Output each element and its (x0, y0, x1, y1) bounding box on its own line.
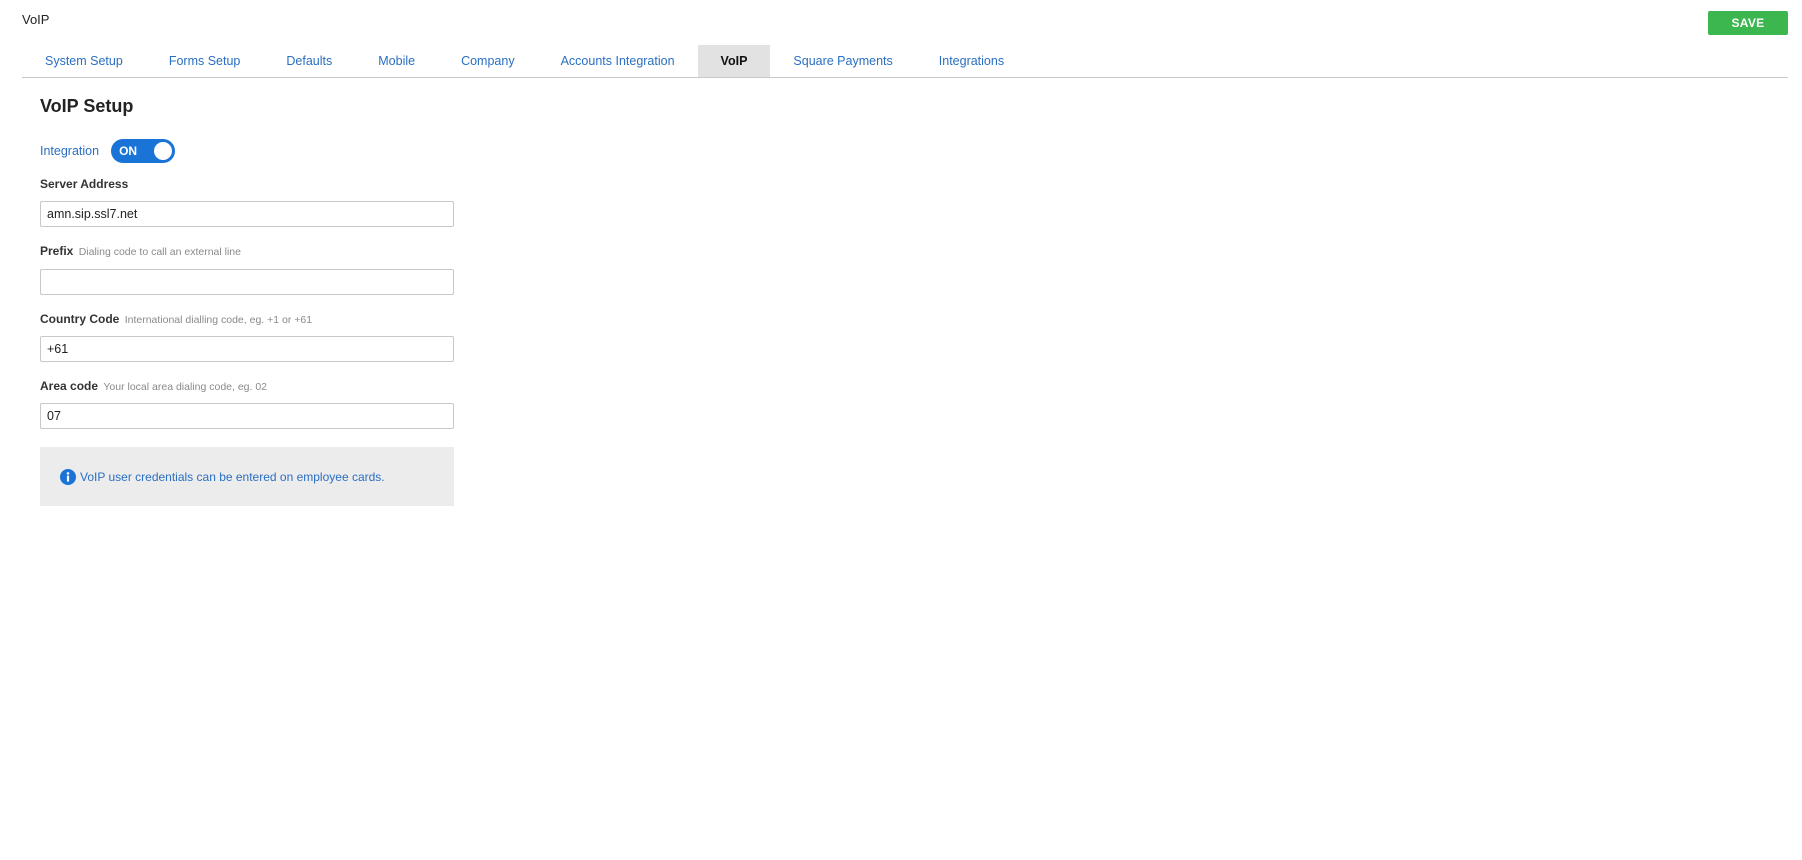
save-button[interactable]: SAVE (1708, 11, 1788, 35)
country-code-input[interactable] (40, 336, 454, 362)
page-title: VoIP (22, 12, 50, 27)
toggle-state-text: ON (119, 144, 138, 158)
tab-integrations[interactable]: Integrations (916, 45, 1027, 77)
integration-toggle[interactable]: ON (111, 139, 176, 163)
server-address-label: Server Address (40, 177, 128, 191)
info-box: VoIP user credentials can be entered on … (40, 447, 454, 506)
area-code-label: Area code Your local area dialing code, … (40, 379, 267, 393)
prefix-hint: Dialing code to call an external line (78, 246, 241, 258)
integration-row: Integration ON (40, 139, 176, 163)
prefix-label: Prefix Dialing code to call an external … (40, 244, 241, 258)
prefix-label-text: Prefix (40, 244, 74, 258)
tab-mobile[interactable]: Mobile (355, 45, 438, 77)
settings-tabs: System Setup Forms Setup Defaults Mobile… (22, 45, 1788, 78)
country-code-hint: International dialling code, eg. +1 or +… (124, 314, 313, 326)
info-icon (60, 468, 76, 485)
country-code-label: Country Code International dialling code… (40, 312, 312, 326)
tab-system-setup[interactable]: System Setup (22, 45, 146, 77)
prefix-input[interactable] (40, 269, 454, 295)
integration-label: Integration (40, 144, 100, 158)
toggle-knob (154, 142, 173, 160)
area-code-input[interactable] (40, 403, 454, 429)
section-title: VoIP Setup (40, 96, 134, 116)
tab-square-payments[interactable]: Square Payments (770, 45, 915, 77)
tab-company[interactable]: Company (438, 45, 538, 77)
server-address-input[interactable] (40, 201, 454, 227)
area-code-hint: Your local area dialing code, eg. 02 (103, 381, 268, 393)
area-code-label-text: Area code (40, 379, 99, 393)
info-text: VoIP user credentials can be entered on … (80, 469, 385, 484)
server-address-label-text: Server Address (40, 177, 129, 191)
tab-defaults[interactable]: Defaults (263, 45, 355, 77)
tab-forms-setup[interactable]: Forms Setup (146, 45, 264, 77)
tab-accounts-integration[interactable]: Accounts Integration (538, 45, 698, 77)
country-code-label-text: Country Code (40, 312, 120, 326)
tab-voip[interactable]: VoIP (697, 45, 771, 77)
